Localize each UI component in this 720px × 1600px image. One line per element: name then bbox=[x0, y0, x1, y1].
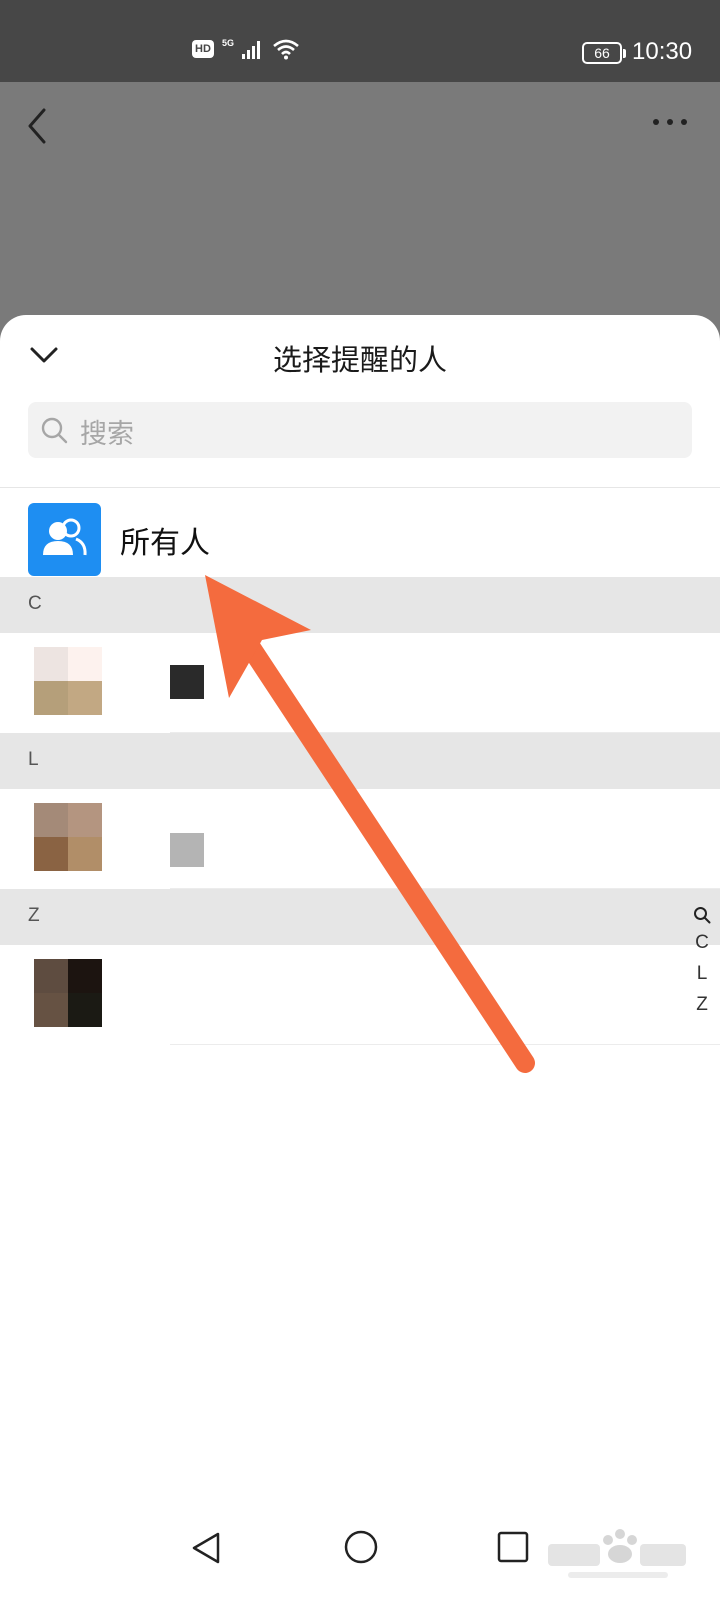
contact-row[interactable] bbox=[0, 789, 720, 889]
triangle-back-icon[interactable] bbox=[188, 1530, 224, 1566]
search-input[interactable]: 搜索 bbox=[28, 402, 692, 458]
avatar bbox=[34, 647, 102, 715]
section-letter: L bbox=[28, 749, 39, 770]
chevron-left-icon[interactable] bbox=[22, 106, 54, 146]
alphabet-index-bar[interactable]: C L Z bbox=[690, 906, 714, 1017]
section-header-l: L bbox=[0, 733, 720, 789]
select-mention-sheet: 选择提醒的人 搜索 所有人 C L Z bbox=[0, 315, 720, 1600]
contact-row[interactable] bbox=[0, 945, 720, 1045]
group-icon bbox=[43, 518, 87, 556]
status-icons: HD 5G bbox=[192, 38, 300, 60]
status-bar: HD 5G 66 10:30 bbox=[0, 0, 720, 82]
sheet-title: 选择提醒的人 bbox=[272, 343, 447, 377]
battery-indicator: 66 bbox=[582, 42, 626, 64]
everyone-avatar bbox=[28, 503, 101, 576]
index-letter[interactable]: L bbox=[697, 961, 708, 986]
status-time: 10:30 bbox=[632, 38, 693, 65]
more-dots-icon[interactable] bbox=[650, 112, 690, 132]
section-letter: C bbox=[28, 593, 42, 614]
wifi-icon bbox=[273, 39, 299, 60]
section-header-z: Z bbox=[0, 889, 720, 945]
backdrop-overlay[interactable] bbox=[0, 82, 720, 342]
hd-badge: HD bbox=[192, 40, 214, 58]
index-letter[interactable]: Z bbox=[696, 992, 708, 1017]
row-divider bbox=[170, 1044, 720, 1045]
avatar bbox=[34, 803, 102, 871]
watermark-logo bbox=[548, 1529, 686, 1578]
everyone-item[interactable]: 所有人 bbox=[0, 488, 720, 588]
circle-home-icon[interactable] bbox=[342, 1528, 380, 1566]
network-label: 5G bbox=[222, 38, 235, 48]
section-letter: Z bbox=[28, 905, 40, 926]
search-placeholder: 搜索 bbox=[80, 419, 134, 450]
search-icon[interactable] bbox=[693, 906, 711, 924]
search-icon bbox=[41, 417, 68, 444]
contact-name-redacted bbox=[170, 833, 204, 867]
contact-name-redacted bbox=[170, 665, 204, 699]
section-header-c: C bbox=[0, 577, 720, 633]
everyone-label: 所有人 bbox=[120, 526, 210, 561]
square-recent-icon[interactable] bbox=[496, 1530, 530, 1564]
index-letter[interactable]: C bbox=[695, 930, 709, 955]
signal-icon bbox=[242, 41, 261, 59]
contact-row[interactable] bbox=[0, 633, 720, 733]
avatar bbox=[34, 959, 102, 1027]
